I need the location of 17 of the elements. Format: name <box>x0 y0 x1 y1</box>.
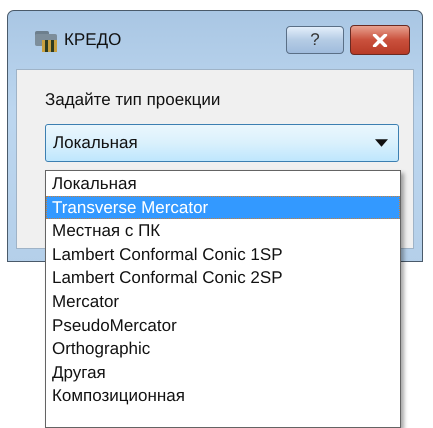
dropdown-option[interactable]: Другая <box>46 360 400 384</box>
help-button[interactable]: ? <box>286 26 344 54</box>
caret-icon <box>375 139 388 147</box>
dropdown-option[interactable]: Mercator <box>46 290 400 314</box>
dropdown-option[interactable]: Orthographic <box>46 337 400 361</box>
close-icon <box>372 34 388 46</box>
dropdown-option[interactable]: Lambert Conformal Conic 1SP <box>46 242 400 266</box>
dropdown-option[interactable]: PseudoMercator <box>46 314 400 338</box>
prompt-label: Задайте тип проекции <box>45 90 222 110</box>
folder-icon <box>34 28 58 52</box>
dropdown-option[interactable]: Местная с ПК <box>46 219 400 243</box>
window-title: КРЕДО <box>64 30 122 50</box>
dropdown-option[interactable]: Композиционная <box>46 384 400 408</box>
dropdown-option[interactable]: Lambert Conformal Conic 2SP <box>46 266 400 290</box>
projection-dropdown[interactable]: Локальная <box>45 124 399 162</box>
close-button[interactable] <box>350 25 410 55</box>
dropdown-option[interactable]: Локальная <box>46 172 400 196</box>
